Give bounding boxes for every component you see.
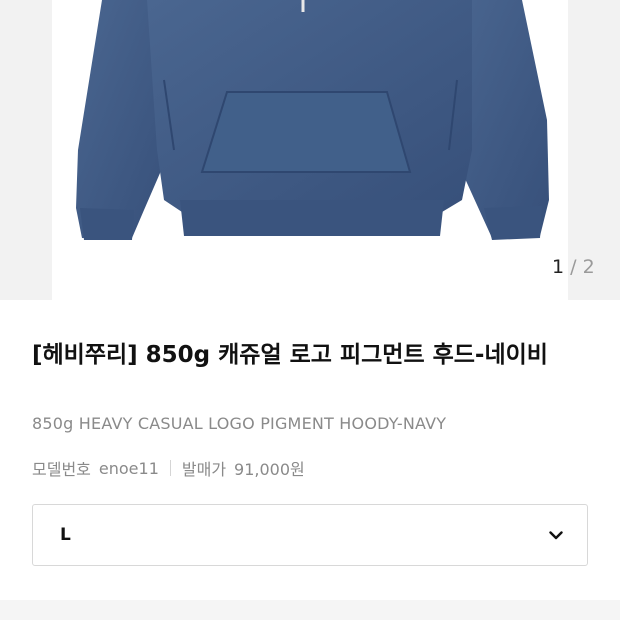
product-photo [52, 0, 568, 300]
product-image-gallery[interactable]: 1 / 2 [0, 0, 620, 300]
release-price-value: 91,000원 [234, 460, 305, 479]
section-divider [0, 600, 620, 620]
product-english-name: 850g HEAVY CASUAL LOGO PIGMENT HOODY-NAV… [32, 414, 447, 433]
product-meta: 모델번호 enoe11 발매가 91,000원 [32, 456, 305, 480]
image-pager: 1 / 2 [552, 256, 595, 278]
release-price-label: 발매가 [181, 460, 227, 479]
hoodie-image [76, 0, 549, 240]
product-title: [헤비쭈리] 850g 캐쥬얼 로고 피그먼트 후드-네이비 [32, 342, 548, 368]
model-number-label: 모델번호 [32, 460, 91, 479]
size-select[interactable]: L [32, 504, 588, 566]
meta-divider [169, 460, 171, 476]
prev-image-peek [0, 0, 52, 300]
model-number-value: enoe11 [98, 458, 159, 478]
pager-total: 2 [582, 256, 595, 278]
chevron-down-icon [549, 530, 563, 540]
next-image-peek [568, 0, 620, 300]
size-select-value: L [60, 525, 71, 545]
pager-current: 1 [552, 256, 565, 278]
pager-separator: / [570, 256, 577, 278]
